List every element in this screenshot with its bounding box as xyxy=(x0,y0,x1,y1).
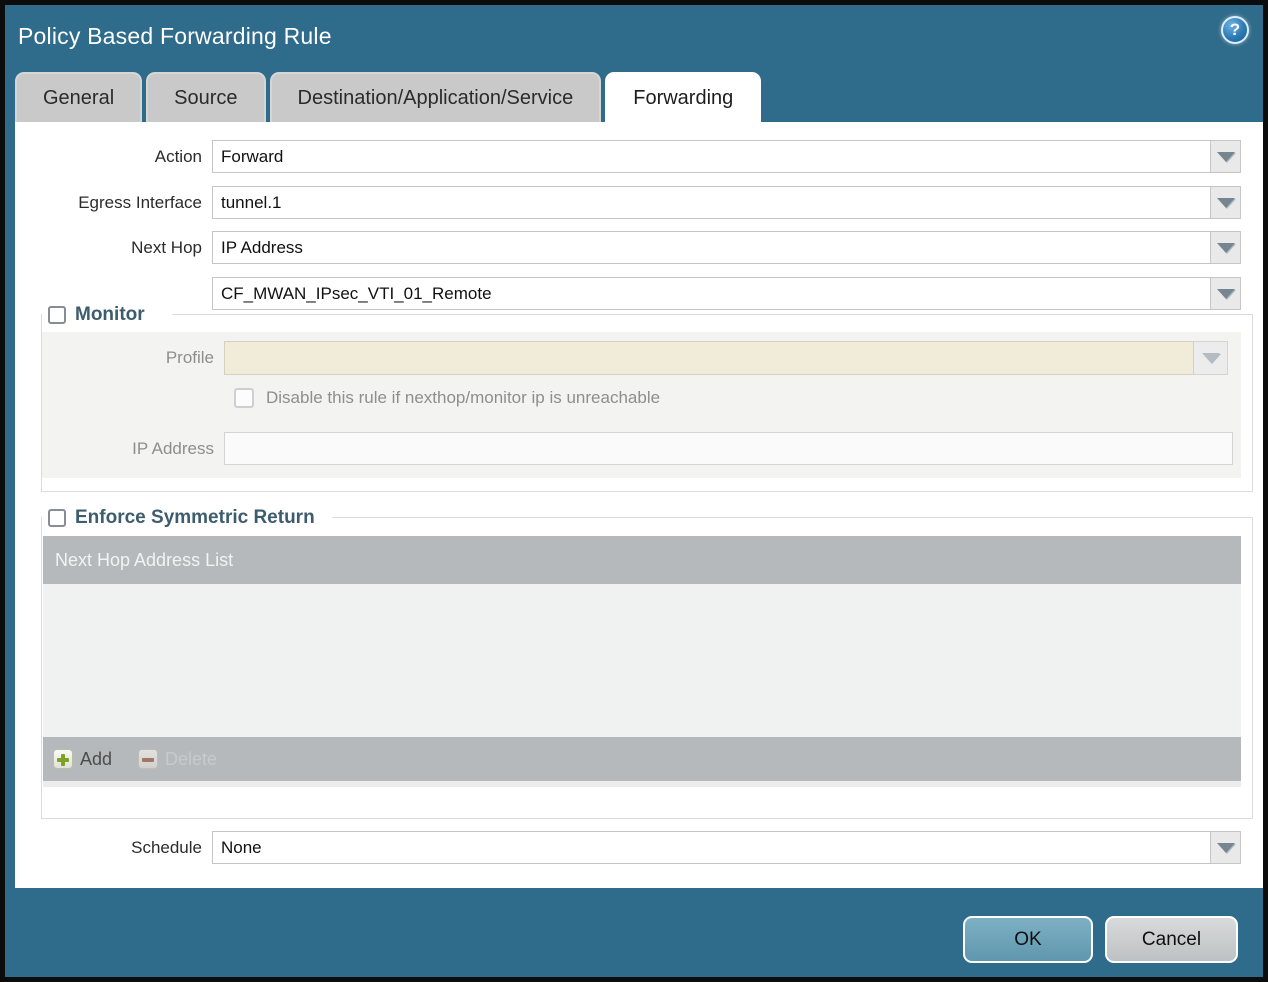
schedule-label: Schedule xyxy=(131,837,202,857)
egress-interface-dropdown-button[interactable] xyxy=(1211,186,1241,219)
add-button[interactable]: Add xyxy=(53,749,112,770)
next-hop-address-list-header: Next Hop Address List xyxy=(43,536,1241,584)
next-hop-address-list-toolbar: Add Delete xyxy=(43,737,1241,781)
monitor-ip-input-disabled xyxy=(224,432,1233,465)
dialog-title: Policy Based Forwarding Rule xyxy=(18,22,332,49)
disable-rule-row: Disable this rule if nexthop/monitor ip … xyxy=(42,388,1241,408)
help-icon[interactable]: ? xyxy=(1221,16,1249,44)
next-hop-type-select[interactable]: IP Address xyxy=(212,231,1241,264)
chevron-down-icon xyxy=(1216,242,1235,253)
profile-dropdown-button-disabled xyxy=(1194,341,1228,375)
next-hop-address-value[interactable]: CF_MWAN_IPsec_VTI_01_Remote xyxy=(212,277,1211,310)
next-hop-type-value[interactable]: IP Address xyxy=(212,231,1211,264)
chevron-down-icon xyxy=(1201,353,1220,363)
chevron-down-icon xyxy=(1216,197,1235,208)
dialog-titlebar: Policy Based Forwarding Rule ? xyxy=(5,5,1263,67)
egress-interface-select[interactable]: tunnel.1 xyxy=(212,186,1241,219)
tab-forwarding[interactable]: Forwarding xyxy=(605,72,762,122)
monitor-fieldset: Monitor Profile Disable this rule if nex… xyxy=(41,304,1253,492)
disable-rule-label: Disable this rule if nexthop/monitor ip … xyxy=(266,388,661,407)
profile-label: Profile xyxy=(165,348,214,367)
egress-interface-row: Egress Interface tunnel.1 xyxy=(15,186,1263,219)
next-hop-row: Next Hop IP Address xyxy=(15,231,1263,264)
delete-button-disabled: Delete xyxy=(138,749,217,770)
enforce-symmetric-return-legend: Enforce Symmetric Return xyxy=(42,507,332,529)
next-hop-dropdown-button[interactable] xyxy=(1211,231,1241,264)
schedule-row: Schedule None xyxy=(15,831,1263,864)
action-select[interactable]: Forward xyxy=(212,140,1241,173)
plus-icon xyxy=(53,749,73,769)
delete-button-label: Delete xyxy=(165,748,218,769)
chevron-down-icon xyxy=(1216,842,1235,853)
monitor-ip-row: IP Address xyxy=(42,432,1241,465)
monitor-disabled-panel: Profile Disable this rule if nexthop/mon… xyxy=(42,332,1241,478)
monitor-checkbox[interactable] xyxy=(48,306,66,324)
schedule-select[interactable]: None xyxy=(212,831,1241,864)
next-hop-address-row: CF_MWAN_IPsec_VTI_01_Remote xyxy=(15,277,1263,310)
next-hop-address-dropdown-button[interactable] xyxy=(1211,277,1241,310)
action-label: Action xyxy=(154,146,202,166)
tab-general[interactable]: General xyxy=(15,72,143,122)
action-row: Action Forward xyxy=(15,140,1263,173)
tab-bar: General Source Destination/Application/S… xyxy=(15,72,762,122)
schedule-dropdown-button[interactable] xyxy=(1211,831,1241,864)
pbf-rule-dialog: Policy Based Forwarding Rule ? General S… xyxy=(0,0,1268,982)
forwarding-tab-panel: Action Forward Egress Interface tunnel.1… xyxy=(15,122,1263,888)
profile-select-disabled xyxy=(224,341,1228,375)
enforce-symmetric-return-fieldset: Enforce Symmetric Return Next Hop Addres… xyxy=(41,507,1253,819)
chevron-down-icon xyxy=(1216,151,1235,162)
monitor-ip-label: IP Address xyxy=(132,438,214,458)
cancel-button[interactable]: Cancel xyxy=(1105,916,1238,963)
add-button-label: Add xyxy=(80,748,113,769)
next-hop-label: Next Hop xyxy=(131,237,202,257)
enforce-symmetric-return-label: Enforce Symmetric Return xyxy=(75,507,315,528)
profile-value xyxy=(224,341,1194,375)
next-hop-address-list-table: Next Hop Address List Add Delete xyxy=(43,536,1241,787)
ok-button[interactable]: OK xyxy=(963,916,1093,963)
next-hop-address-select[interactable]: CF_MWAN_IPsec_VTI_01_Remote xyxy=(212,277,1241,310)
next-hop-address-list-body[interactable] xyxy=(43,584,1241,737)
profile-row: Profile xyxy=(42,341,1241,375)
monitor-legend: Monitor xyxy=(42,304,172,326)
tab-destination-application-service[interactable]: Destination/Application/Service xyxy=(269,72,602,122)
action-dropdown-button[interactable] xyxy=(1211,140,1241,173)
schedule-value[interactable]: None xyxy=(212,831,1211,864)
egress-interface-label: Egress Interface xyxy=(78,192,202,212)
action-value[interactable]: Forward xyxy=(212,140,1211,173)
table-bottom-strip xyxy=(43,781,1241,787)
monitor-legend-label: Monitor xyxy=(75,304,145,325)
disable-rule-checkbox xyxy=(234,388,254,408)
chevron-down-icon xyxy=(1216,288,1235,299)
egress-interface-value[interactable]: tunnel.1 xyxy=(212,186,1211,219)
minus-icon xyxy=(138,749,159,769)
enforce-symmetric-return-checkbox[interactable] xyxy=(48,509,66,527)
tab-source[interactable]: Source xyxy=(146,72,266,122)
